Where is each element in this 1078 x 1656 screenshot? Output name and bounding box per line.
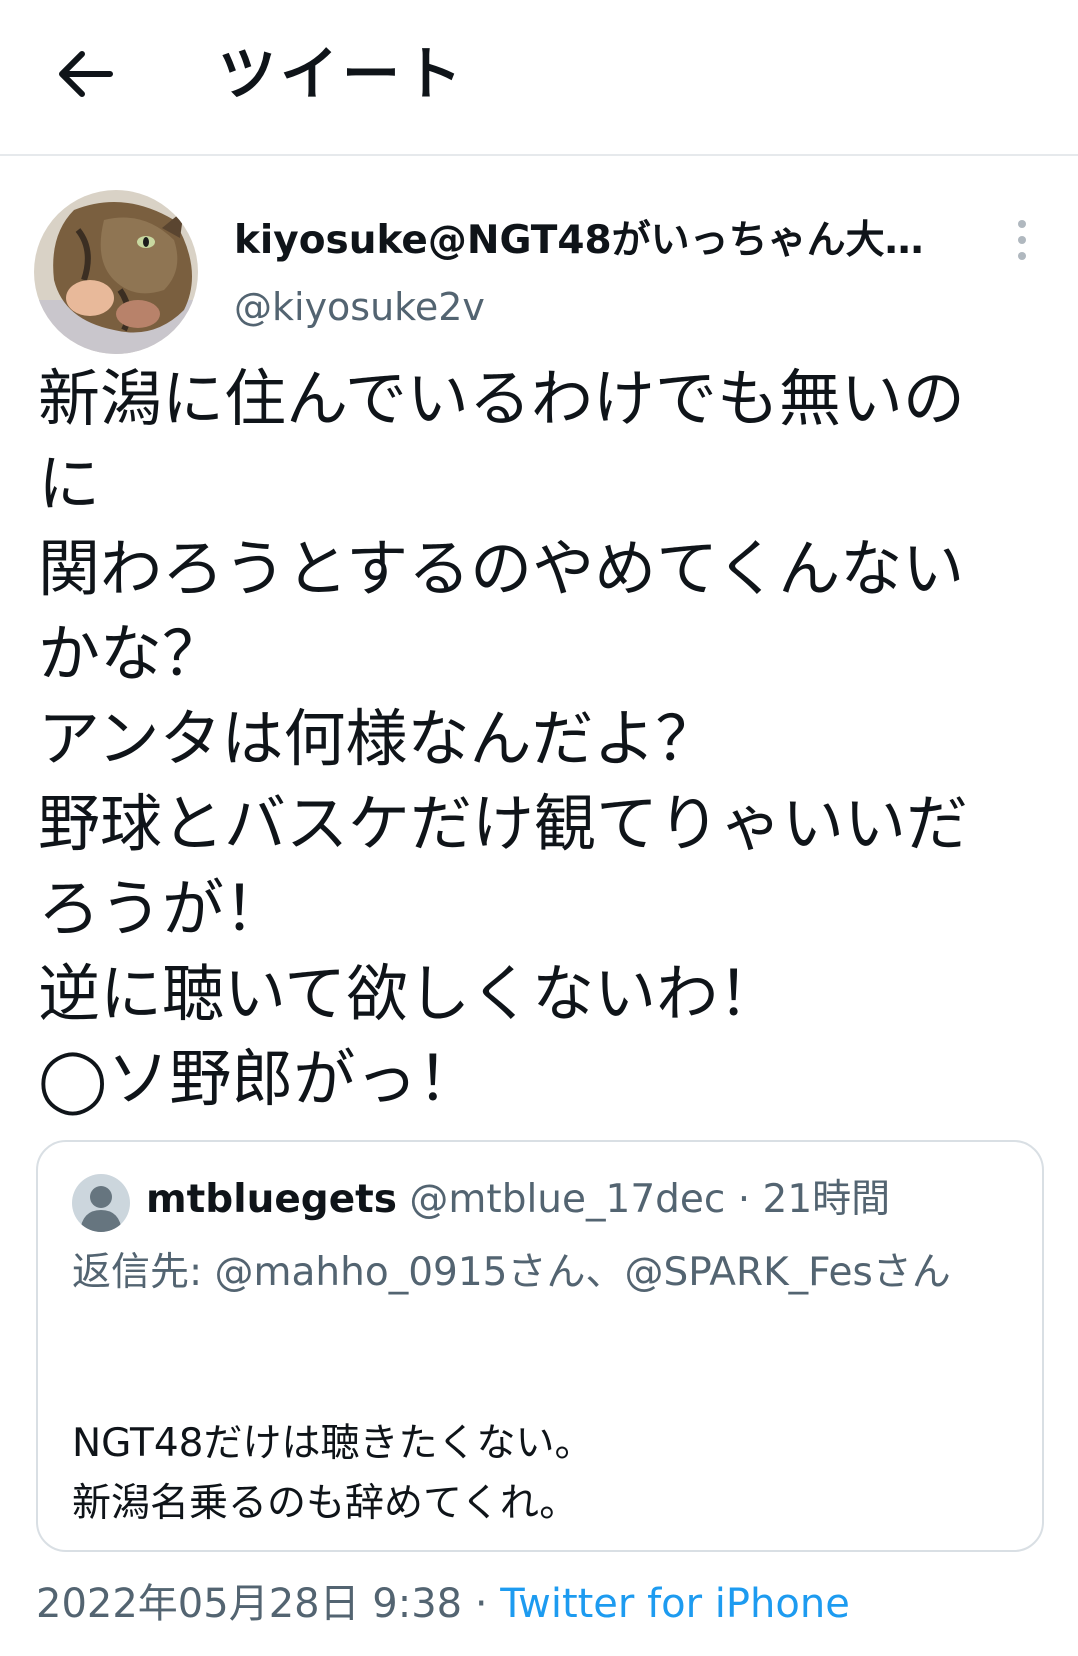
quoted-tweet-card[interactable]: mtbluegets @mtblue_17dec · 21時間 返信先: @ma… <box>36 1140 1044 1552</box>
quoted-author-name: mtbluegets <box>146 1177 398 1222</box>
quoted-time-ago: 21時間 <box>762 1177 891 1222</box>
separator-dot: · <box>737 1177 751 1222</box>
author-handle[interactable]: @kiyosuke2v <box>234 282 485 332</box>
reply-prefix: 返信先: <box>72 1250 203 1295</box>
reply-to-mention-1: @mahho_0915 <box>214 1250 508 1295</box>
more-options-button[interactable] <box>1004 218 1040 262</box>
quoted-author-handle: @mtblue_17dec <box>409 1177 726 1222</box>
back-arrow-icon[interactable] <box>52 40 120 108</box>
tweet-timestamp: 2022年05月28日 9:38 <box>36 1581 463 1627</box>
tweet-source-link[interactable]: Twitter for iPhone <box>500 1581 850 1627</box>
quoted-author-avatar[interactable] <box>72 1174 130 1232</box>
reply-to-mention-2: @SPARK_Fes <box>624 1250 873 1295</box>
reply-suffix-text: さん <box>872 1250 951 1295</box>
more-vertical-icon <box>1018 220 1026 260</box>
tweet-meta-footer: 2022年05月28日 9:38 · Twitter for iPhone <box>36 1576 850 1632</box>
page-title: ツイート <box>218 40 467 108</box>
top-bar: ツイート <box>0 0 1078 156</box>
author-display-name[interactable]: kiyosuke@NGT48がいっちゃん大… <box>234 216 924 266</box>
author-avatar[interactable] <box>34 190 198 354</box>
default-person-icon <box>72 1174 130 1232</box>
reply-mid-text: さん、 <box>507 1250 625 1295</box>
tweet-text: 新潟に住んでいるわけでも無いの に 関わろうとするのやめてくんない かな？ アン… <box>38 362 969 1115</box>
reply-to-line: 返信先: @mahho_0915さん、@SPARK_Fesさん <box>72 1242 1002 1304</box>
quoted-tweet-header: mtbluegets @mtblue_17dec · 21時間 <box>146 1172 890 1228</box>
cat-avatar-icon <box>34 190 198 354</box>
separator-dot: · <box>474 1581 488 1627</box>
quoted-tweet-text: NGT48だけは聴きたくない。 新潟名乗るのも辞めてくれ。 <box>72 1421 594 1526</box>
